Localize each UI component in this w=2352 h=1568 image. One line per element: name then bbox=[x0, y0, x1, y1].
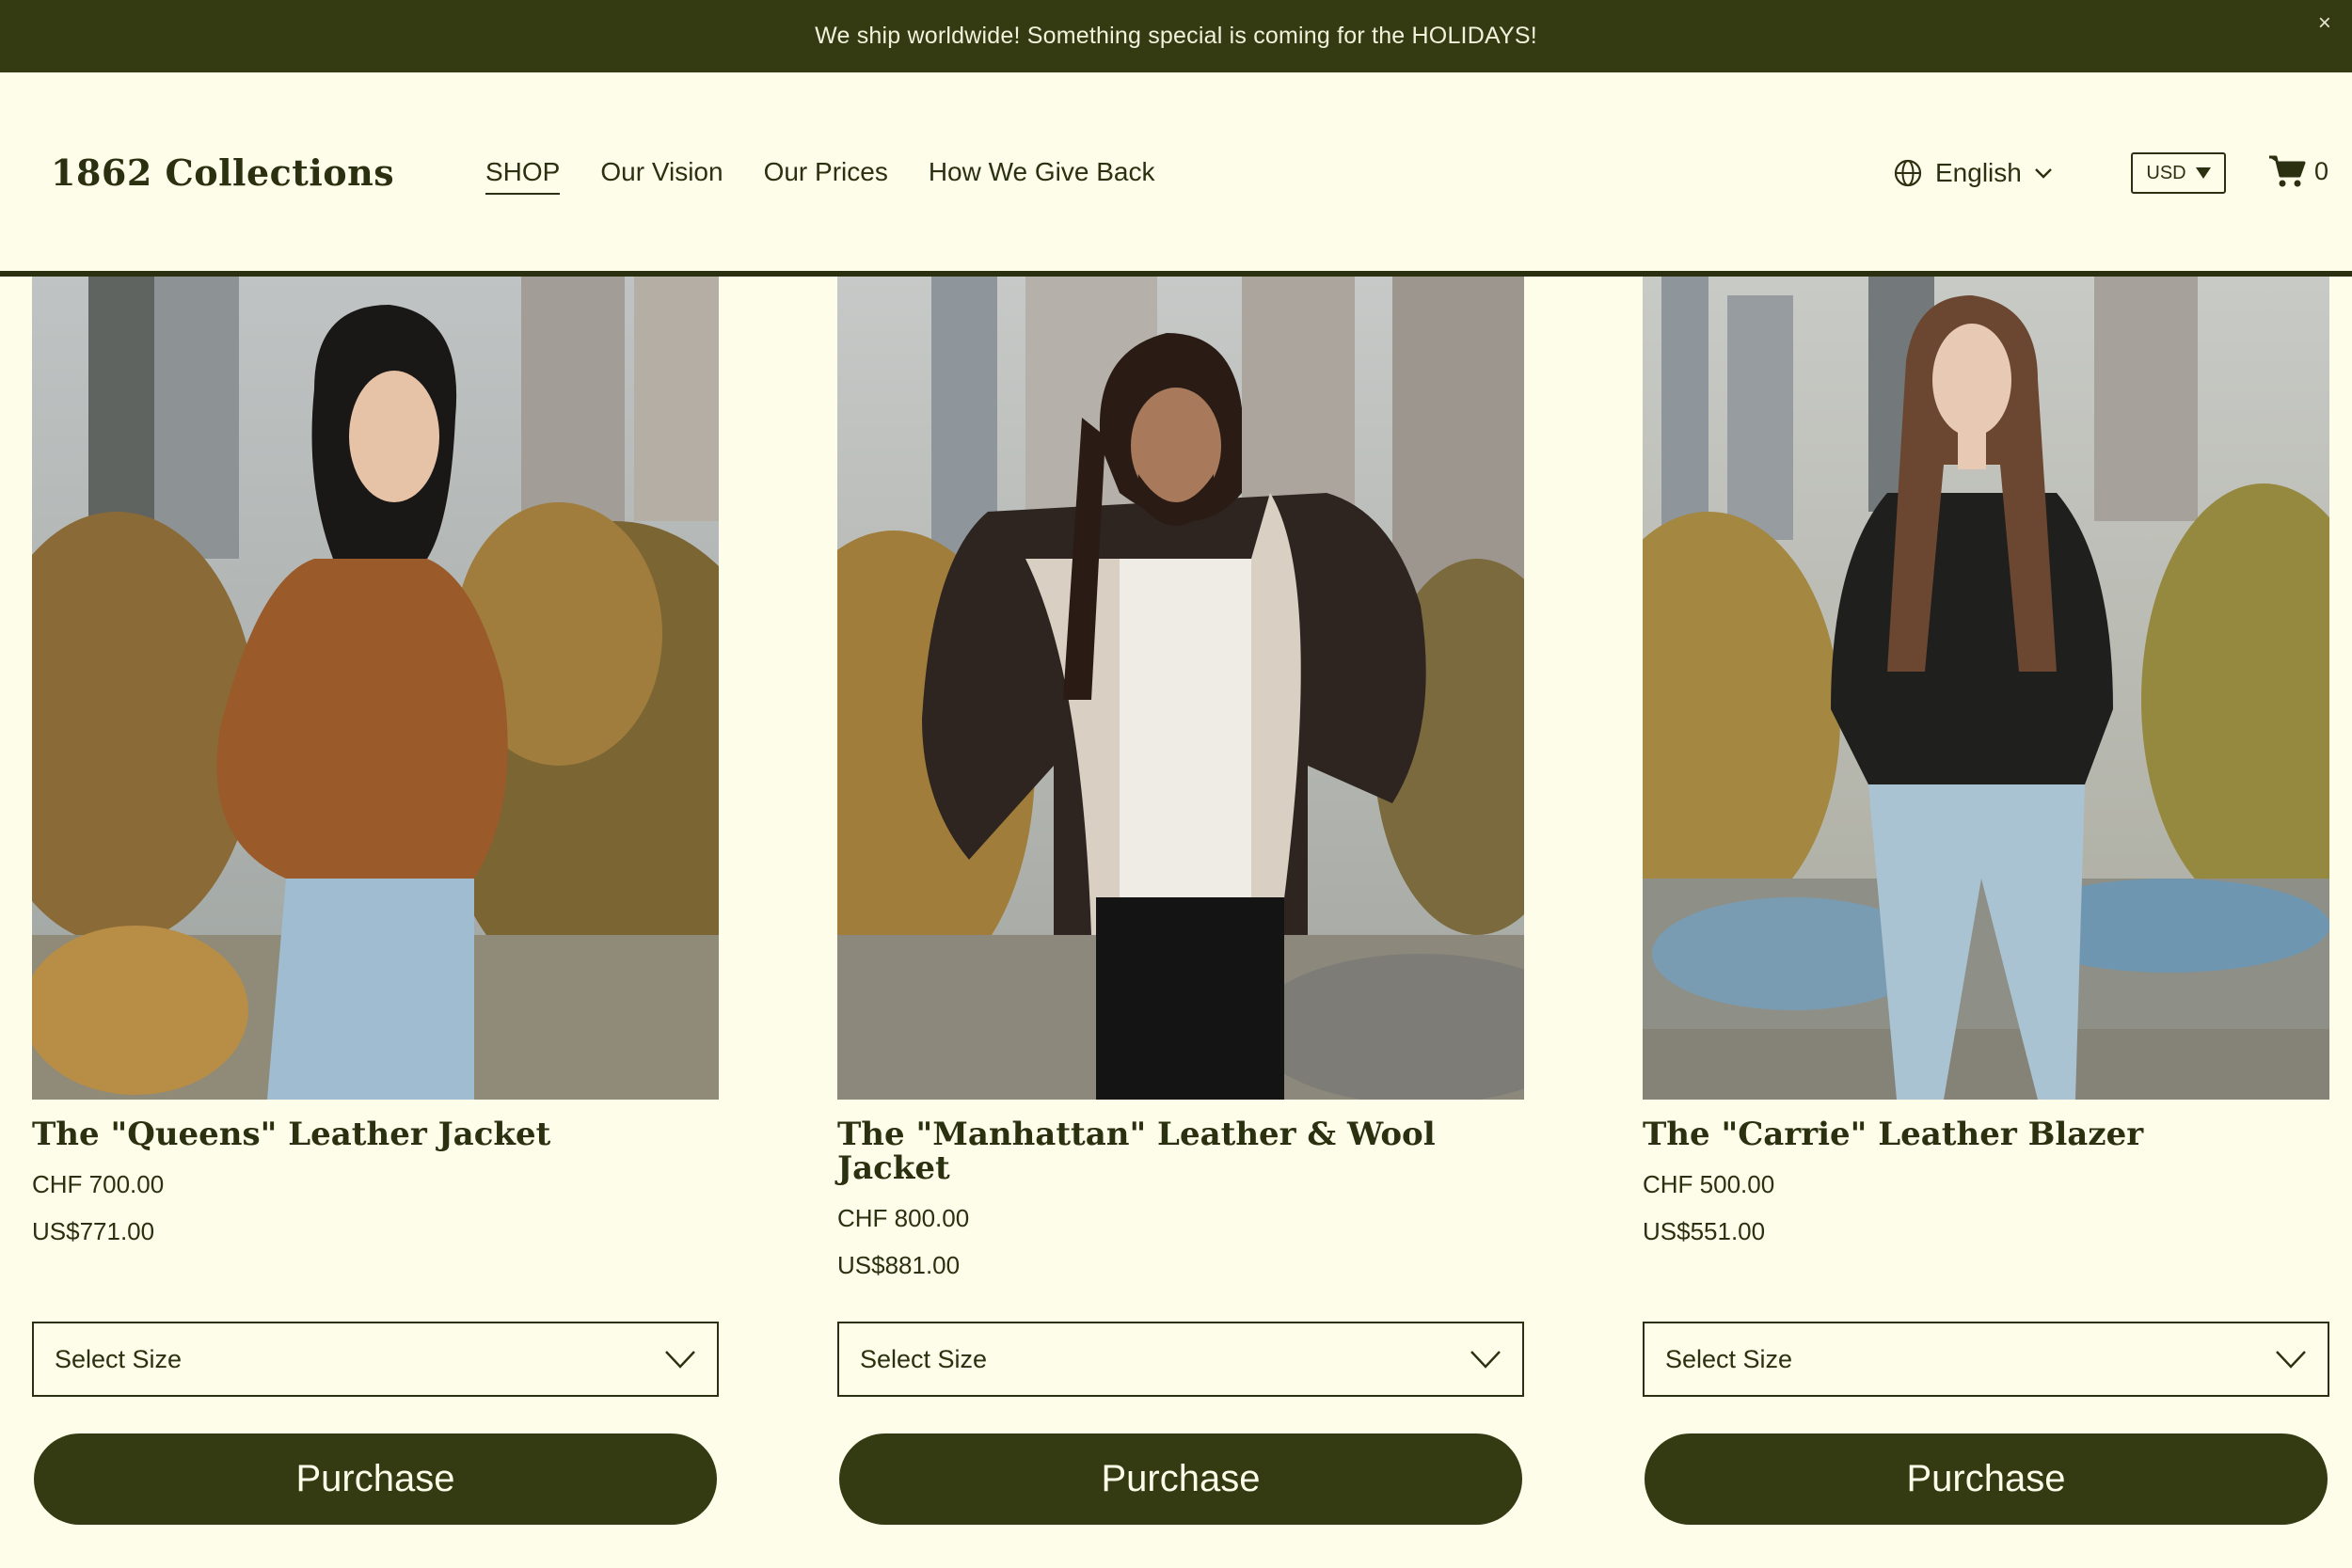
product-price-chf: CHF 500.00 bbox=[1643, 1170, 1775, 1198]
chevron-down-icon bbox=[1470, 1351, 1501, 1369]
language-selector[interactable]: English bbox=[1893, 155, 2053, 191]
globe-icon bbox=[1894, 159, 1922, 187]
product-image[interactable] bbox=[837, 277, 1524, 1100]
size-select-label: Select Size bbox=[1665, 1344, 1793, 1373]
cart-count: 0 bbox=[2314, 156, 2329, 185]
product-price-usd: US$881.00 bbox=[837, 1251, 961, 1279]
size-select[interactable]: Select Size bbox=[32, 1322, 719, 1397]
product-price-chf: CHF 700.00 bbox=[32, 1170, 165, 1198]
product-title[interactable]: The "Queens" Leather Jacket bbox=[32, 1117, 719, 1151]
close-icon[interactable]: × bbox=[2314, 12, 2335, 35]
product-title[interactable]: The "Carrie" Leather Blazer bbox=[1643, 1117, 2329, 1151]
chevron-down-icon bbox=[2034, 168, 2052, 179]
announcement-bar: We ship worldwide! Something special is … bbox=[0, 0, 2352, 72]
purchase-button[interactable]: Purchase bbox=[1645, 1433, 2328, 1525]
currency-selector[interactable]: USD bbox=[2131, 152, 2226, 194]
nav-item-our-vision[interactable]: Our Vision bbox=[600, 153, 723, 195]
cart-button[interactable]: 0 bbox=[2267, 150, 2328, 192]
caret-down-icon bbox=[2195, 167, 2211, 179]
brand-logo[interactable]: 1862 Collections bbox=[51, 150, 394, 196]
purchase-button[interactable]: Purchase bbox=[34, 1433, 717, 1525]
nav-item-shop[interactable]: SHOP bbox=[485, 153, 561, 195]
product-card: The "Queens" Leather Jacket CHF 700.00 U… bbox=[32, 277, 719, 1525]
size-select[interactable]: Select Size bbox=[837, 1322, 1524, 1397]
cart-icon bbox=[2269, 155, 2306, 187]
size-select-label: Select Size bbox=[860, 1344, 988, 1373]
size-select-label: Select Size bbox=[55, 1344, 183, 1373]
size-select[interactable]: Select Size bbox=[1643, 1322, 2329, 1397]
language-label: English bbox=[1935, 158, 2022, 187]
product-card: The "Carrie" Leather Blazer CHF 500.00 U… bbox=[1643, 277, 2329, 1525]
product-price-usd: US$551.00 bbox=[1643, 1217, 1766, 1245]
announcement-text: We ship worldwide! Something special is … bbox=[815, 23, 1537, 49]
product-image[interactable] bbox=[32, 277, 719, 1100]
product-card: The "Manhattan" Leather & Wool Jacket CH… bbox=[837, 277, 1524, 1525]
product-price-chf: CHF 800.00 bbox=[837, 1204, 970, 1232]
nav-item-how-we-give-back[interactable]: How We Give Back bbox=[929, 153, 1155, 195]
purchase-button[interactable]: Purchase bbox=[839, 1433, 1522, 1525]
chevron-down-icon bbox=[2276, 1351, 2306, 1369]
currency-label: USD bbox=[2146, 162, 2186, 183]
chevron-down-icon bbox=[665, 1351, 695, 1369]
product-price-usd: US$771.00 bbox=[32, 1217, 155, 1245]
product-image[interactable] bbox=[1643, 277, 2329, 1100]
main-nav: SHOP Our Vision Our Prices How We Give B… bbox=[485, 153, 1196, 195]
product-title[interactable]: The "Manhattan" Leather & Wool Jacket bbox=[837, 1117, 1524, 1185]
nav-item-our-prices[interactable]: Our Prices bbox=[764, 153, 888, 195]
